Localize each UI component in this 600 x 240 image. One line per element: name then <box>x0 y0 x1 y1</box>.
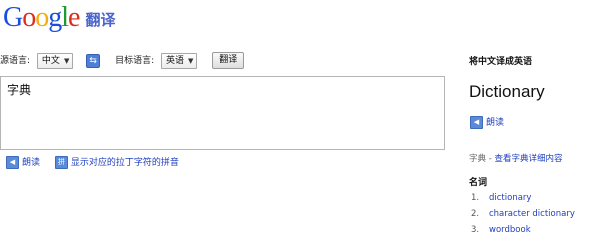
show-pinyin-link[interactable]: 显示对应的拉丁字符的拼音 <box>71 158 179 168</box>
source-helper-row: ◀ 朗读 拼显示对应的拉丁字符的拼音 <box>6 156 179 169</box>
dictionary-details-link[interactable]: 查看字典详细内容 <box>495 154 563 164</box>
result-listen-link[interactable]: 朗读 <box>486 118 504 128</box>
translation-direction-heading: 将中文译成英语 <box>469 57 533 67</box>
dictionary-separator: - <box>486 154 495 164</box>
speaker-icon[interactable]: ◀ <box>470 116 483 129</box>
dictionary-line: 字典 - 查看字典详细内容 <box>469 152 563 164</box>
list-item: 3. wordbook <box>471 225 531 235</box>
part-of-speech: 名词 <box>469 178 488 188</box>
source-text-input[interactable]: 字典 <box>0 76 445 150</box>
dictionary-entries: 1. dictionary 2. character dictionary 3. wo… <box>471 190 596 238</box>
entry-link[interactable]: wordbook <box>489 225 531 235</box>
logo-suffix: 翻译 <box>85 11 116 29</box>
swap-arrows-icon[interactable]: ⇆ <box>86 53 101 68</box>
entry-link[interactable]: character dictionary <box>489 209 575 219</box>
source-language-label: 源语言: <box>0 55 31 66</box>
language-toolbar: 源语言: 中文 ▼ ⇆ 目标语言: 英语 ▼ 翻译 <box>0 52 245 70</box>
google-translate-logo[interactable]: Google 翻译 <box>3 3 115 33</box>
target-language-select[interactable]: 英语 ▼ <box>161 52 198 69</box>
pinyin-icon[interactable]: 拼 <box>54 156 68 169</box>
chevron-down-icon: ▼ <box>63 56 70 65</box>
translated-text: Dictionary <box>469 82 545 101</box>
entry-link[interactable]: dictionary <box>489 193 531 203</box>
dictionary-headword: 字典 <box>469 154 487 164</box>
translate-button[interactable]: 翻译 <box>212 52 245 69</box>
chevron-down-icon: ▼ <box>188 56 194 65</box>
list-item: 2. character dictionary <box>471 209 575 219</box>
target-language-label: 目标语言: <box>115 55 155 66</box>
speaker-icon[interactable]: ◀ <box>6 156 19 169</box>
result-listen-row: ◀ 朗读 <box>470 116 504 129</box>
google-wordmark: Google <box>3 2 80 33</box>
source-language-select[interactable]: 中文 ▼ <box>36 52 74 69</box>
list-item: 1. dictionary <box>471 193 532 203</box>
source-listen-link[interactable]: 朗读 <box>22 158 40 168</box>
